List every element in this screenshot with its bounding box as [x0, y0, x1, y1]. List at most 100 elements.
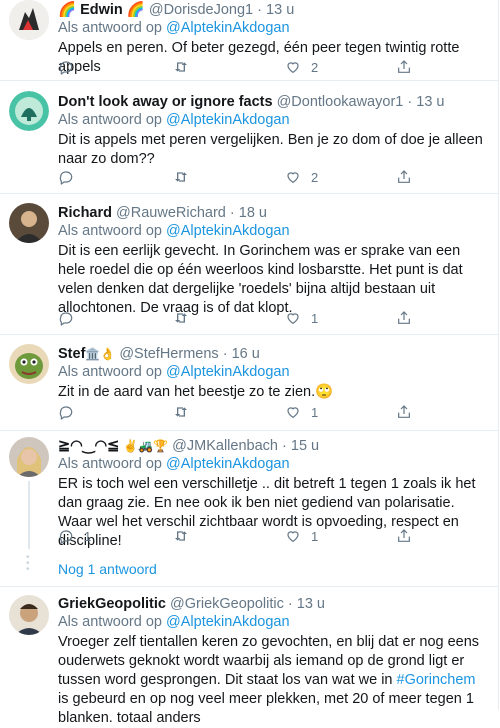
avatar[interactable] [9, 595, 49, 635]
timestamp[interactable]: 16 u [232, 346, 260, 362]
reply-button[interactable] [58, 310, 74, 326]
mention-link[interactable]: @AlptekinAkdogan [166, 112, 290, 128]
reply-button[interactable] [58, 59, 74, 75]
share-icon [396, 310, 412, 326]
mention-link[interactable]: @AlptekinAkdogan [166, 223, 290, 239]
heart-icon [285, 404, 301, 420]
retweet-button[interactable] [173, 528, 189, 544]
reply-button[interactable] [58, 404, 74, 420]
user-handle[interactable]: @JMKallenbach [172, 438, 278, 454]
tweet-header: ≧◠‿◠≦ ✌🚜🏆 @JMKallenbach · 15 u [58, 438, 320, 454]
tweet[interactable]: GriekGeopolitic @GriekGeopolitic · 13 u … [0, 587, 498, 726]
tweet-text: Vroeger zelf tientallen keren zo gevocht… [58, 634, 480, 726]
display-name[interactable]: Stef🏛️👌 [58, 346, 115, 362]
tweet-actions: 1 [58, 310, 418, 328]
share-button[interactable] [396, 59, 412, 75]
timestamp[interactable]: 18 u [239, 205, 267, 221]
like-button[interactable]: 1 [285, 404, 318, 420]
reply-icon [58, 59, 74, 75]
like-button[interactable]: 2 [285, 59, 318, 75]
tweet[interactable]: Stef🏛️👌 @StefHermens · 16 u Als antwoord… [0, 335, 498, 431]
tweet[interactable]: 🌈 Edwin 🌈 @DorisdeJong1 · 13 u Als antwo… [0, 0, 498, 81]
retweet-button[interactable] [173, 169, 189, 185]
tweet-actions: 2 [58, 59, 418, 77]
display-name[interactable]: 🌈 Edwin 🌈 [58, 2, 145, 18]
thread-dots: • • • [26, 552, 30, 575]
like-count: 1 [311, 528, 319, 544]
avatar[interactable] [9, 91, 49, 131]
tweet-header: GriekGeopolitic @GriekGeopolitic · 13 u [58, 596, 325, 612]
tweet[interactable]: • • • ≧◠‿◠≦ ✌🚜🏆 @JMKallenbach · 15 u Als a… [0, 431, 498, 587]
like-count: 1 [311, 404, 319, 420]
reply-context: Als antwoord op @AlptekinAkdogan [58, 456, 290, 472]
reply-feed: 🌈 Edwin 🌈 @DorisdeJong1 · 13 u Als antwo… [0, 0, 499, 726]
reply-count: 1 [84, 528, 92, 544]
reply-button[interactable]: 1 [58, 528, 91, 544]
heart-icon [285, 59, 301, 75]
mention-link[interactable]: @AlptekinAkdogan [166, 20, 290, 36]
retweet-icon [173, 59, 189, 75]
avatar[interactable] [9, 344, 49, 384]
share-button[interactable] [396, 404, 412, 420]
tweet-text: Dit is een eerlijk gevecht. In Gorinchem… [58, 243, 463, 316]
tweet-actions: 11 [58, 528, 418, 546]
retweet-icon [173, 310, 189, 326]
reply-icon [58, 169, 74, 185]
user-handle[interactable]: @RauweRichard [116, 205, 226, 221]
user-handle[interactable]: @DorisdeJong1 [149, 2, 253, 18]
reply-context: Als antwoord op @AlptekinAkdogan [58, 364, 290, 380]
share-icon [396, 404, 412, 420]
retweet-button[interactable] [173, 404, 189, 420]
reply-context: Als antwoord op @AlptekinAkdogan [58, 614, 290, 630]
like-button[interactable]: 1 [285, 310, 318, 326]
timestamp[interactable]: 13 u [416, 94, 444, 110]
tweet-header: 🌈 Edwin 🌈 @DorisdeJong1 · 13 u [58, 2, 295, 18]
timestamp[interactable]: 13 u [266, 2, 294, 18]
display-name[interactable]: GriekGeopolitic [58, 596, 166, 612]
like-button[interactable]: 2 [285, 169, 318, 185]
thread-line [28, 481, 30, 549]
heart-icon [285, 169, 301, 185]
display-name[interactable]: Don't look away or ignore facts [58, 94, 273, 110]
share-icon [396, 59, 412, 75]
like-button[interactable]: 1 [285, 528, 318, 544]
tweet-header: Don't look away or ignore facts @Dontloo… [58, 94, 445, 110]
tweet[interactable]: Don't look away or ignore facts @Dontloo… [0, 81, 498, 194]
timestamp[interactable]: 15 u [291, 438, 319, 454]
share-button[interactable] [396, 310, 412, 326]
reply-context: Als antwoord op @AlptekinAkdogan [58, 223, 290, 239]
reply-icon [58, 310, 74, 326]
user-handle[interactable]: @Dontlookawayor1 [277, 94, 404, 110]
reply-icon [58, 528, 74, 544]
tweet-actions: 2 [58, 169, 418, 187]
share-button[interactable] [396, 169, 412, 185]
display-name[interactable]: ≧◠‿◠≦ ✌🚜🏆 [58, 438, 168, 454]
user-handle[interactable]: @GriekGeopolitic [170, 596, 284, 612]
retweet-icon [173, 404, 189, 420]
avatar[interactable] [9, 437, 49, 477]
retweet-icon [173, 528, 189, 544]
mention-link[interactable]: @AlptekinAkdogan [166, 614, 290, 630]
share-button[interactable] [396, 528, 412, 544]
avatar[interactable] [9, 0, 49, 40]
retweet-button[interactable] [173, 310, 189, 326]
mention-link[interactable]: @AlptekinAkdogan [166, 364, 290, 380]
tweet-header: Richard @RauweRichard · 18 u [58, 205, 267, 221]
heart-icon [285, 310, 301, 326]
mention-link[interactable]: @AlptekinAkdogan [166, 456, 290, 472]
avatar[interactable] [9, 203, 49, 243]
tweet[interactable]: Richard @RauweRichard · 18 u Als antwoor… [0, 194, 498, 335]
share-icon [396, 169, 412, 185]
user-handle[interactable]: @StefHermens [119, 346, 218, 362]
reply-button[interactable] [58, 169, 74, 185]
tweet-text: Dit is appels met peren vergelijken. Ben… [58, 132, 483, 167]
like-count: 1 [311, 310, 319, 326]
retweet-button[interactable] [173, 59, 189, 75]
reply-context: Als antwoord op @AlptekinAkdogan [58, 112, 290, 128]
timestamp[interactable]: 13 u [297, 596, 325, 612]
show-more-replies-link[interactable]: Nog 1 antwoord [58, 561, 157, 577]
like-count: 2 [311, 59, 319, 75]
like-count: 2 [311, 169, 319, 185]
hashtag-link[interactable]: #Gorinchem [397, 672, 476, 688]
display-name[interactable]: Richard [58, 205, 112, 221]
